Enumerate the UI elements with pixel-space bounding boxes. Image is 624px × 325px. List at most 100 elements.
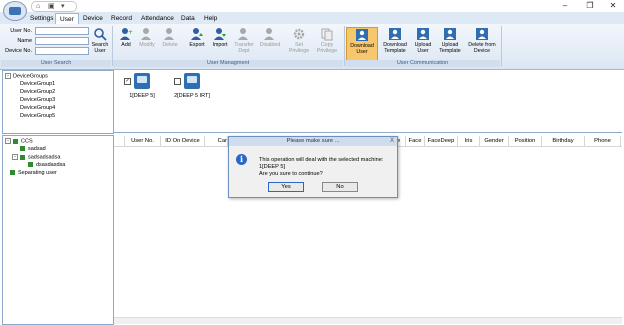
collapse-icon[interactable]: − <box>5 138 11 144</box>
set-privilege-label: Set Privilege <box>288 42 310 54</box>
download-template-label: Download Template <box>383 42 407 54</box>
import-button[interactable]: Import <box>207 27 233 59</box>
close-button[interactable]: ✕ <box>606 1 620 10</box>
search-user-label: Search User <box>91 42 109 54</box>
device-label: 1[DEEP 5] <box>129 93 155 99</box>
upload-user-button[interactable]: Upload User <box>410 27 436 59</box>
restore-button[interactable]: ❐ <box>583 1 597 10</box>
user-communication-group-label: User Communication <box>345 60 500 67</box>
add-user-icon: + <box>120 28 133 40</box>
device-group-item[interactable]: DeviceGroup2 <box>20 89 55 95</box>
dept-item[interactable]: Separating user <box>10 170 57 176</box>
user-management-group-label: User Managment <box>113 60 343 67</box>
app-logo-icon[interactable] <box>3 1 27 21</box>
dept-item[interactable]: sadsad <box>20 146 46 152</box>
column-header-card[interactable]: Car <box>205 136 228 146</box>
upload-template-button[interactable]: Upload Template <box>435 27 465 59</box>
column-header-id-on-device[interactable]: ID On Device <box>161 136 205 146</box>
menu-bar: Settings User Device Record Attendance D… <box>0 12 624 25</box>
device-group-item[interactable]: DeviceGroup5 <box>20 113 55 119</box>
device-label: 2[DEEP 5 IRT] <box>174 93 210 99</box>
device-group-item[interactable]: DeviceGroup1 <box>20 81 55 87</box>
tab-device[interactable]: Device <box>79 14 107 23</box>
column-header-iris[interactable]: Iris <box>458 136 480 146</box>
column-header-position[interactable]: Position <box>509 136 542 146</box>
ribbon: User No. Name Device No. Search User Use… <box>0 24 624 70</box>
download-user-label: Download User <box>350 43 374 55</box>
name-label: Name <box>17 38 32 44</box>
dialog-question: Are you sure to continue? <box>259 171 323 177</box>
device-groups-root[interactable]: − DeviceGroups <box>5 73 48 79</box>
no-button[interactable]: No <box>322 182 358 192</box>
tab-settings[interactable]: Settings <box>26 14 58 23</box>
name-field[interactable] <box>35 37 89 45</box>
device-group-item[interactable]: DeviceGroup3 <box>20 97 55 103</box>
device-tile[interactable]: 2[DEEP 5 IRT] <box>170 73 214 107</box>
user-no-label: User No. <box>10 28 32 34</box>
table-header-select[interactable] <box>116 136 125 146</box>
dept-item[interactable]: dsasdasdsa <box>28 162 65 168</box>
disabled-button[interactable]: Disabled <box>257 27 283 59</box>
device-tile[interactable]: 1[DEEP 5] <box>122 73 162 107</box>
column-header-birthday[interactable]: Birthday <box>542 136 585 146</box>
disabled-user-icon <box>264 28 274 40</box>
import-icon <box>214 28 226 40</box>
dialog-close-button[interactable]: X <box>390 137 394 146</box>
copy-privilege-label: Copy Privilege <box>316 42 338 54</box>
delete-user-icon <box>164 28 174 40</box>
tab-help[interactable]: Help <box>200 14 221 23</box>
device-group-item[interactable]: DeviceGroup4 <box>20 105 55 111</box>
copy-icon <box>321 28 333 41</box>
transfer-dept-label: Transfer Dept <box>234 42 254 54</box>
search-icon <box>94 28 107 41</box>
delete-from-device-label: Delete from Device <box>468 42 496 54</box>
upload-user-label: Upload User <box>414 42 432 54</box>
title-bar: ⌂ ▣ ▾ – ❐ ✕ <box>0 0 624 12</box>
download-user-icon <box>356 29 368 41</box>
set-privilege-button[interactable]: Set Privilege <box>286 27 312 59</box>
import-label: Import <box>212 42 228 48</box>
save-icon[interactable]: ▣ <box>48 3 55 10</box>
dropdown-icon[interactable]: ▾ <box>61 3 65 10</box>
search-user-button[interactable]: Search User <box>88 27 112 59</box>
export-icon <box>191 28 203 40</box>
transfer-dept-icon <box>238 28 248 40</box>
tab-data[interactable]: Data <box>177 14 199 23</box>
download-user-button[interactable]: Download User <box>346 27 378 61</box>
column-header-gender[interactable]: Gender <box>480 136 509 146</box>
column-header-partial[interactable]: e <box>397 136 406 146</box>
upload-template-label: Upload Template <box>439 42 461 54</box>
quick-access-toolbar: ⌂ ▣ ▾ <box>31 1 77 12</box>
confirm-dialog: Please make sure ... X i This operation … <box>228 136 398 198</box>
horizontal-scrollbar[interactable] <box>114 317 622 324</box>
tab-attendance[interactable]: Attendance <box>137 14 178 23</box>
dept-root[interactable]: − CCS <box>5 138 33 144</box>
dialog-title: Please make sure ... <box>229 137 397 146</box>
collapse-icon[interactable]: − <box>5 73 11 79</box>
user-no-field[interactable] <box>35 27 89 35</box>
collapse-icon[interactable]: − <box>12 154 18 160</box>
device-icon <box>184 73 200 89</box>
delete-button[interactable]: Delete <box>157 27 183 59</box>
dept-item[interactable]: − sadsadsadsa <box>12 154 60 160</box>
upload-template-icon <box>444 28 456 40</box>
download-template-button[interactable]: Download Template <box>380 27 410 59</box>
home-icon[interactable]: ⌂ <box>36 3 40 10</box>
download-template-icon <box>389 28 401 40</box>
delete-from-device-button[interactable]: Delete from Device <box>466 27 498 59</box>
delete-label: Delete <box>162 42 178 48</box>
minimize-button[interactable]: – <box>558 1 572 10</box>
yes-button[interactable]: Yes <box>268 182 304 192</box>
tab-record[interactable]: Record <box>107 14 136 23</box>
device-no-field[interactable] <box>35 47 89 55</box>
column-header-user-no[interactable]: User No. <box>125 136 161 146</box>
column-header-face[interactable]: Face <box>406 136 425 146</box>
info-icon: i <box>236 154 247 165</box>
disabled-label: Disabled <box>259 42 281 48</box>
column-header-phone[interactable]: Phone <box>585 136 621 146</box>
transfer-dept-button[interactable]: Transfer Dept <box>231 27 257 59</box>
copy-privilege-button[interactable]: Copy Privilege <box>314 27 340 59</box>
column-header-facedeep[interactable]: FaceDeep <box>425 136 458 146</box>
modify-user-icon <box>141 28 151 40</box>
delete-from-device-icon <box>476 28 488 40</box>
